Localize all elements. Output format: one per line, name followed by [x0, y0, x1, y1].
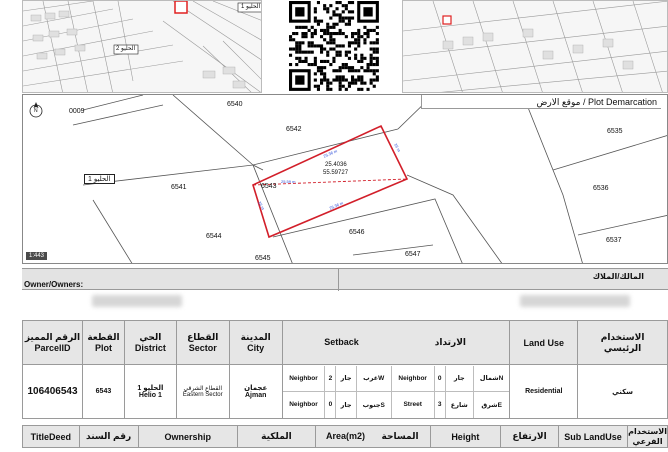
- highlighted-plot-marker: [174, 1, 188, 14]
- top-strip: الحليو 2 الحليو 1: [0, 0, 668, 93]
- setback-type-ar: جار: [335, 391, 357, 418]
- setback-type-ar: شارع: [445, 391, 474, 418]
- setback-grid: Neighbor 2 جار غربW Neighbor 0 جار شمالN…: [283, 365, 509, 418]
- plot-number: 6535: [607, 128, 623, 135]
- land-use-value: Residential: [509, 364, 579, 419]
- setback-type: Neighbor: [391, 365, 435, 392]
- setback-direction: شمالN: [473, 365, 509, 392]
- north-label: N: [34, 108, 38, 114]
- plot-number: 0009: [69, 108, 85, 115]
- land-use-value-ar: سكني: [577, 364, 668, 419]
- plot-number: 6540: [227, 101, 243, 108]
- setback-type: Neighbor: [283, 365, 326, 392]
- plot-number: 6546: [349, 229, 365, 236]
- sector-value: القطاع الشرقي Eastern Sector: [175, 364, 230, 419]
- col-header-title-deed-ar: رقم السند: [78, 425, 139, 448]
- setback-distance: 0: [324, 391, 337, 418]
- owner-name-redacted: [92, 295, 182, 307]
- setback-distance: 2: [324, 365, 337, 392]
- col-header-setback: Setback الارتداد: [281, 320, 511, 365]
- col-header-sub-land-use-ar: الاستخدام الفرعي: [627, 425, 668, 448]
- plot-number: 6536: [593, 185, 609, 192]
- highlighted-plot-marker-2: [442, 15, 452, 25]
- plot-number: 6543: [261, 183, 277, 190]
- col-header-plot: القطعة Plot: [81, 320, 125, 365]
- setback-values: Neighbor 2 جار غربW Neighbor 0 جار شمالN…: [281, 364, 511, 419]
- coordinate-latitude: 25.4036: [325, 162, 347, 168]
- col-header-city: المدينة City: [228, 320, 283, 365]
- owner-name-redacted: [520, 295, 630, 307]
- district-tag-plot: الحليو 1: [84, 174, 115, 184]
- setback-row: Neighbor 2 جار غربW Neighbor 0 جار شمالN: [283, 365, 509, 392]
- owners-label-ar: المالك/الملاك: [592, 272, 644, 281]
- setback-row: Neighbor 0 جار جنوبS Street 3 شارع شرقE: [283, 391, 509, 418]
- parcel-details-header: TitleDeed رقم السند Ownership الملكية Ar…: [22, 425, 668, 448]
- col-header-ownership-ar: الملكية: [236, 425, 316, 448]
- col-header-land-use: Land Use: [509, 320, 579, 365]
- col-header-title-deed: TitleDeed: [22, 425, 80, 448]
- plot-number: 6541: [171, 184, 187, 191]
- setback-distance: 3: [434, 391, 446, 418]
- area-map-thumbnail: [402, 0, 668, 93]
- plot-demarcation-label: موقع الارض / Plot Demarcation: [421, 95, 661, 109]
- col-header-height: Height: [429, 425, 502, 448]
- col-header-height-ar: الارتفاع: [499, 425, 560, 448]
- qr-code: [266, 0, 402, 93]
- setback-distance: 0: [434, 365, 446, 392]
- setback-type-ar: جار: [335, 365, 357, 392]
- owners-section: Owner/Owners: المالك/الملاك: [22, 268, 668, 318]
- plot-number: 6537: [606, 237, 622, 244]
- plot-number: 6545: [255, 255, 271, 262]
- district-tag-thumb: الحليو 1: [241, 4, 261, 10]
- plot-demarcation-map: N 0009 6540 6542 6535 6541 6543 6536 654…: [22, 94, 668, 264]
- setback-type: Street: [391, 391, 435, 418]
- col-header-sub-land-use: Sub LandUse: [558, 425, 629, 448]
- plot-number: 6542: [286, 126, 302, 133]
- parcel-id-value: 106406543: [22, 364, 83, 419]
- plot-value: 6543: [81, 364, 125, 419]
- district-tag-thumb-2: الحليو 2: [116, 46, 136, 52]
- plot-boundary: [252, 124, 409, 239]
- col-header-district: الحي District: [123, 320, 177, 365]
- setback-direction: جنوبS: [356, 391, 392, 418]
- col-header-area: Area(m2) المساحة: [314, 425, 431, 448]
- col-header-ownership: Ownership: [137, 425, 238, 448]
- plot-number: 6547: [405, 251, 421, 258]
- dimension-label: 25.59 m: [281, 179, 296, 184]
- city-value: عجمان Ajman: [228, 364, 283, 419]
- plot-number: 6544: [206, 233, 222, 240]
- map-scale: 1:443: [26, 252, 48, 260]
- col-header-land-use-ar: الاستخدام الرئيسي: [577, 320, 668, 365]
- setback-direction: غربW: [356, 365, 392, 392]
- setback-type-ar: جار: [445, 365, 474, 392]
- parcel-info-table: الرقم المميز ParcelID القطعة Plot الحي Dist…: [22, 320, 668, 419]
- col-header-parcel-id: الرقم المميز ParcelID: [22, 320, 83, 365]
- owners-label-en: Owner/Owners:: [24, 280, 84, 289]
- location-map-thumbnail: الحليو 2 الحليو 1: [22, 0, 262, 93]
- setback-direction: شرقE: [473, 391, 509, 418]
- district-value: الحليو 1 Helio 1: [123, 364, 177, 419]
- owners-header: Owner/Owners: المالك/الملاك: [22, 268, 668, 291]
- col-header-sector: القطاع Sector: [175, 320, 230, 365]
- coordinate-longitude: 55.59727: [323, 170, 349, 176]
- setback-type: Neighbor: [283, 391, 326, 418]
